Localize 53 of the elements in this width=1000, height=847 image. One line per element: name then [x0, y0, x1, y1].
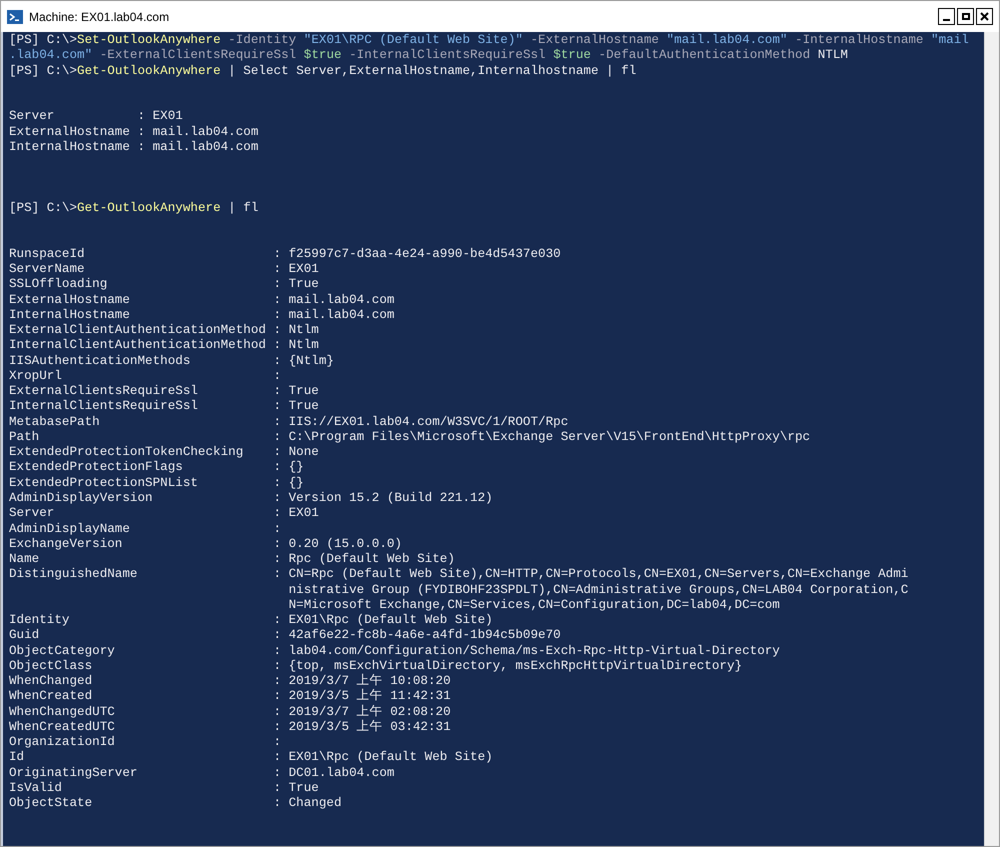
console-line: DistinguishedName : CN=Rpc (Default Web Site),CN=HTTP,CN=Protocols,CN=EX01,CN=Servers,CN=Exchange Admi — [9, 567, 908, 583]
console-line: SSLOffloading : True — [9, 277, 319, 293]
console-line: Identity : EX01\Rpc (Default Web Site) — [9, 613, 493, 628]
console-line: Id : EX01\Rpc (Default Web Site) — [9, 750, 493, 766]
maximize-icon — [962, 13, 970, 20]
console-line: ExchangeVersion : 0.20 (15.0.0.0) — [9, 536, 402, 552]
console-line: OriginatingServer : DC01.lab04.com — [9, 766, 394, 782]
console-line: [PS] C:\>Get-OutlookAnywhere | fl — [9, 200, 258, 216]
console-line: OrganizationId : — [9, 735, 282, 750]
console-line: [PS] C:\>Get-OutlookAnywhere | Select Server,ExternalHostname,Internalhostname | fl — [9, 64, 636, 79]
console-line: ServerName : EX01 — [9, 262, 319, 278]
console-line: ExternalHostname : mail.lab04.com — [9, 292, 394, 308]
close-icon — [980, 12, 989, 21]
maximize-button[interactable] — [957, 8, 974, 25]
scrollbar[interactable] — [984, 32, 999, 846]
console-line: InternalClientAuthenticationMethod : Ntlm — [9, 338, 319, 354]
console-line: XropUrl : — [9, 368, 282, 384]
console-line: Server : EX01 — [9, 109, 183, 125]
console-line: ExtendedProtectionSPNList : {} — [9, 476, 304, 491]
console-line: MetabasePath : IIS://EX01.lab04.com/W3SVC/1/ROOT/Rpc — [9, 414, 568, 430]
console-line: InternalHostname : mail.lab04.com — [9, 308, 394, 324]
console-line: Path : C:\Program Files\Microsoft\Exchange Server\V15\FrontEnd\HttpProxy\rpc — [9, 430, 810, 446]
console-line: ExternalClientsRequireSsl : True — [9, 384, 319, 400]
console-line: ExternalHostname : mail.lab04.com — [9, 124, 258, 140]
console-line: WhenChanged : 2019/3/7 上午 10:08:20 — [9, 674, 451, 688]
console-line: Server : EX01 — [9, 506, 319, 522]
console-line: N=Microsoft Exchange,CN=Services,CN=Configuration,DC=lab04,DC=com — [288, 598, 780, 614]
console-line: [PS] C:\>Set-OutlookAnywhere -Identity "EX01\RPC (Default Web Site)" -ExternalHostname "mail.lab04.com" -InternalHostname "mail — [9, 33, 969, 48]
console-line: ExtendedProtectionFlags : {} — [9, 460, 304, 476]
console-line: ExternalClientAuthenticationMethod : Ntlm — [9, 323, 319, 338]
console-line: AdminDisplayVersion : Version 15.2 (Build 221.12) — [9, 490, 493, 506]
console-line: ExtendedProtectionTokenChecking : None — [9, 445, 319, 460]
console-line: RunspaceId : f25997c7-d3aa-4e24-a990-be4d5437e030 — [9, 246, 561, 262]
console-line: InternalClientsRequireSsl : True — [9, 399, 319, 415]
console-line: Guid : 42af6e22-fc8b-4a6e-a4fd-1b94c5b09e70 — [9, 628, 561, 644]
console-line: InternalHostname : mail.lab04.com — [9, 140, 258, 156]
console-line: IISAuthenticationMethods : {Ntlm} — [9, 354, 334, 369]
console-line: Name : Rpc (Default Web Site) — [9, 552, 455, 568]
console-line: IsValid : True — [9, 781, 319, 796]
console-line: ObjectState : Changed — [9, 796, 342, 812]
console-line: ObjectCategory : lab04.com/Configuration/Schema/ms-Exch-Rpc-Http-Virtual-Directory — [9, 644, 780, 659]
console-line: WhenCreatedUTC : 2019/3/5 上午 03:42:31 — [9, 720, 451, 736]
console-line: WhenChangedUTC : 2019/3/7 上午 02:08:20 — [9, 704, 451, 720]
window-title: Machine: EX01.lab04.com — [29, 8, 170, 26]
minimize-icon — [943, 19, 950, 21]
console-line: ObjectClass : {top, msExchVirtualDirectory, msExchRpcHttpVirtualDirectory} — [9, 658, 742, 674]
console-line: nistrative Group (FYDIBOHF23SPDLT),CN=Administrative Groups,CN=LAB04 Corporation,C — [288, 582, 908, 598]
console-line: AdminDisplayName : — [9, 522, 282, 537]
terminal-icon — [7, 10, 23, 24]
close-button[interactable] — [976, 8, 993, 25]
minimize-button[interactable] — [938, 8, 955, 25]
console-line: WhenCreated : 2019/3/5 上午 11:42:31 — [9, 689, 451, 704]
console-line: .lab04.com" -ExternalClientsRequireSsl $true -InternalClientsRequireSsl $true -DefaultAuthenticationMethod NTLM — [9, 48, 848, 64]
